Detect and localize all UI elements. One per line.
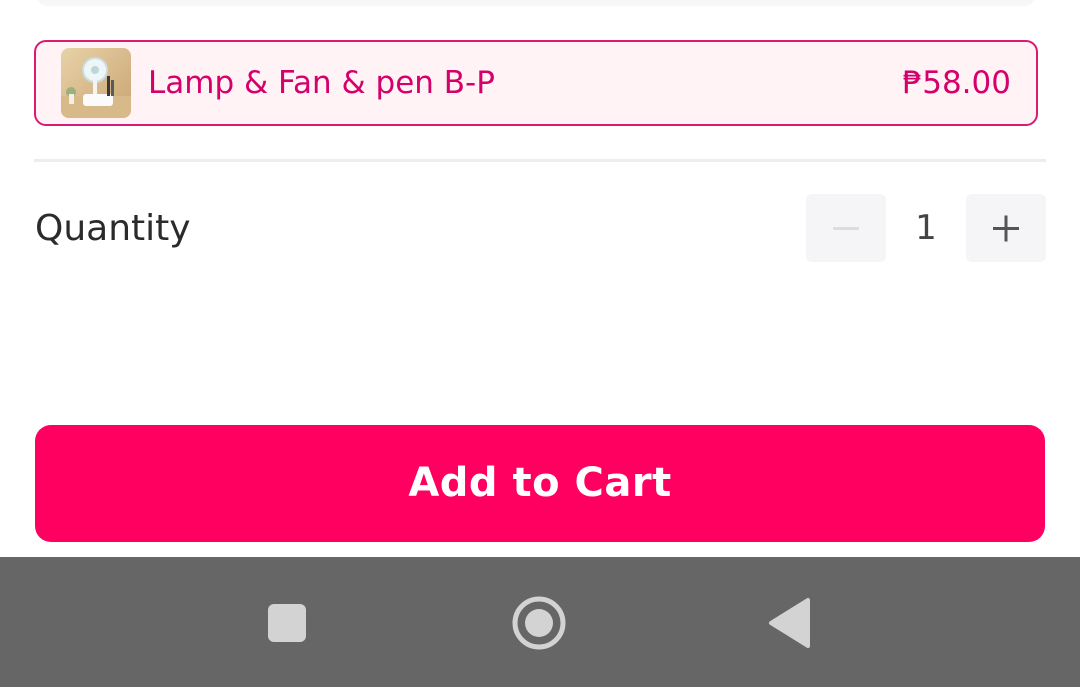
square-icon [268, 604, 306, 642]
variant-price: ₱58.00 [902, 65, 1011, 101]
variant-name: Lamp & Fan & pen B-P [148, 65, 495, 101]
minus-icon [833, 227, 859, 230]
add-to-cart-button[interactable]: Add to Cart [35, 425, 1045, 542]
quantity-value: 1 [915, 208, 937, 248]
home-button[interactable] [504, 587, 574, 657]
quantity-decrement-button[interactable] [806, 194, 886, 262]
plus-icon [993, 215, 1019, 242]
system-navigation-bar [0, 557, 1080, 687]
recents-button[interactable] [252, 587, 322, 657]
triangle-back-icon [769, 598, 810, 648]
circle-icon [512, 596, 566, 650]
quantity-label: Quantity [35, 208, 191, 249]
quantity-increment-button[interactable] [966, 194, 1046, 262]
back-button[interactable] [756, 587, 826, 657]
product-options-sheet: Lamp & Fan & pen B-P ₱58.00 Quantity 1 A… [0, 0, 1080, 687]
previous-variant-option[interactable] [36, 0, 1036, 6]
variant-option-selected[interactable]: Lamp & Fan & pen B-P ₱58.00 [34, 40, 1038, 126]
section-divider [34, 159, 1046, 162]
product-thumbnail [61, 48, 131, 118]
